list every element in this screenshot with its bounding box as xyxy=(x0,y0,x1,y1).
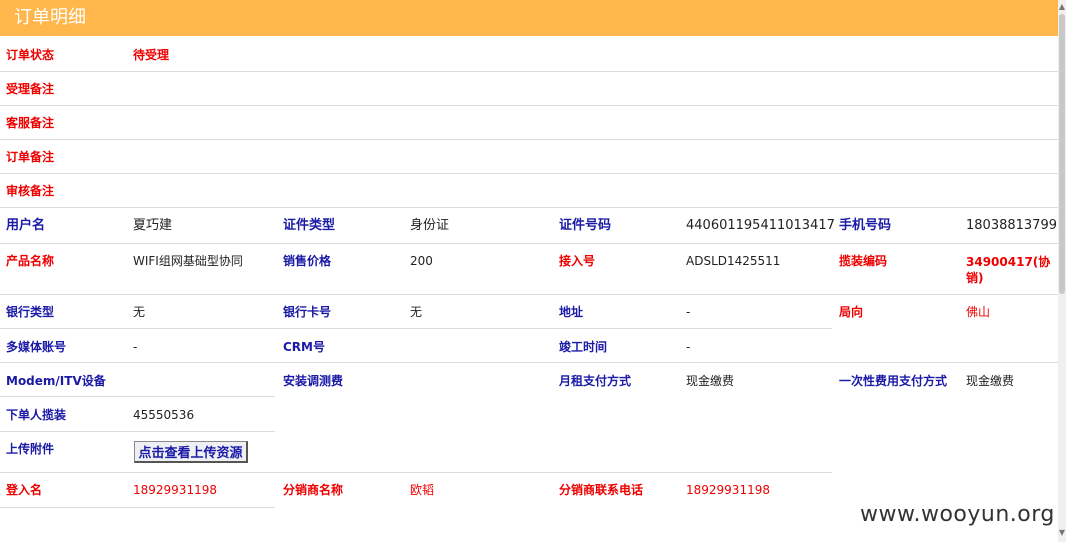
login-label: 登入名 xyxy=(6,483,43,497)
divider xyxy=(0,507,275,508)
id-type-value: 身份证 xyxy=(410,218,450,233)
divider xyxy=(0,139,1058,140)
finish-value: - xyxy=(686,340,691,354)
dist-phone-value: 18929931198 xyxy=(686,483,770,497)
upload-label: 上传附件 xyxy=(6,442,55,456)
access-label: 接入号 xyxy=(559,254,596,268)
divider xyxy=(0,431,275,432)
divider xyxy=(0,105,1058,106)
crm-label: CRM号 xyxy=(283,340,325,354)
address-value: - xyxy=(686,305,691,319)
order-person-value: 45550536 xyxy=(133,408,195,422)
divider xyxy=(0,472,832,473)
address-label: 地址 xyxy=(559,305,584,319)
order-note-label: 订单备注 xyxy=(6,150,55,164)
user-name-value: 夏巧建 xyxy=(133,218,173,233)
order-status-value: 待受理 xyxy=(133,48,170,62)
scroll-thumb[interactable] xyxy=(1059,14,1065,294)
monthly-pay-value: 现金缴费 xyxy=(686,374,735,388)
phone-value: 18038813799 xyxy=(966,218,1057,233)
login-value: 18929931198 xyxy=(133,483,217,497)
id-no-value: 440601195411013417 xyxy=(686,218,835,233)
price-value: 200 xyxy=(410,254,433,268)
install-code-value: 34900417(协销) xyxy=(966,255,1051,285)
dist-phone-label: 分销商联系电话 xyxy=(559,483,644,497)
phone-label: 手机号码 xyxy=(839,218,892,233)
divider xyxy=(0,207,1058,208)
service-note-label: 客服备注 xyxy=(6,116,55,130)
id-no-label: 证件号码 xyxy=(559,218,612,233)
bank-type-label: 银行类型 xyxy=(6,305,55,319)
media-label: 多媒体账号 xyxy=(6,340,67,354)
price-label: 销售价格 xyxy=(283,254,332,268)
user-name-label: 用户名 xyxy=(6,218,46,233)
dist-name-value: 欧韬 xyxy=(410,483,435,497)
divider xyxy=(0,71,1058,72)
divider xyxy=(0,243,1058,244)
setup-fee-label: 安装调测费 xyxy=(283,374,344,388)
dist-name-label: 分销商名称 xyxy=(283,483,344,497)
order-status-label: 订单状态 xyxy=(6,48,55,62)
direction-label: 局向 xyxy=(839,305,864,319)
view-uploads-button[interactable]: 点击查看上传资源 xyxy=(134,441,248,463)
watermark: www.wooyun.org xyxy=(860,502,1055,527)
scroll-down-icon[interactable]: ▼ xyxy=(1058,528,1066,540)
onetime-pay-label: 一次性费用支付方式 xyxy=(839,374,948,388)
finish-label: 竣工时间 xyxy=(559,340,608,354)
media-value: - xyxy=(133,340,138,354)
divider xyxy=(0,328,832,329)
product-label: 产品名称 xyxy=(6,254,55,268)
product-value: WIFI组网基础型协同 xyxy=(133,254,243,268)
divider xyxy=(0,173,1058,174)
bank-card-label: 银行卡号 xyxy=(283,305,332,319)
scroll-up-icon[interactable]: ▲ xyxy=(1058,2,1066,14)
divider xyxy=(0,294,1058,295)
divider xyxy=(0,362,1058,363)
divider xyxy=(0,396,275,397)
page-title: 订单明细 xyxy=(0,0,1058,36)
scrollbar[interactable]: ▲ ▼ xyxy=(1058,0,1066,542)
bank-type-value: 无 xyxy=(133,305,146,319)
direction-value: 佛山 xyxy=(966,305,991,319)
modem-label: Modem/ITV设备 xyxy=(6,374,106,388)
id-type-label: 证件类型 xyxy=(283,218,336,233)
accept-note-label: 受理备注 xyxy=(6,82,55,96)
access-value: ADSLD1425511 xyxy=(686,254,781,268)
onetime-pay-value: 现金缴费 xyxy=(966,374,1015,388)
monthly-pay-label: 月租支付方式 xyxy=(559,374,632,388)
install-code-label: 揽装编码 xyxy=(839,254,888,268)
audit-note-label: 审核备注 xyxy=(6,184,55,198)
order-person-label: 下单人揽装 xyxy=(6,408,67,422)
bank-card-value: 无 xyxy=(410,305,423,319)
